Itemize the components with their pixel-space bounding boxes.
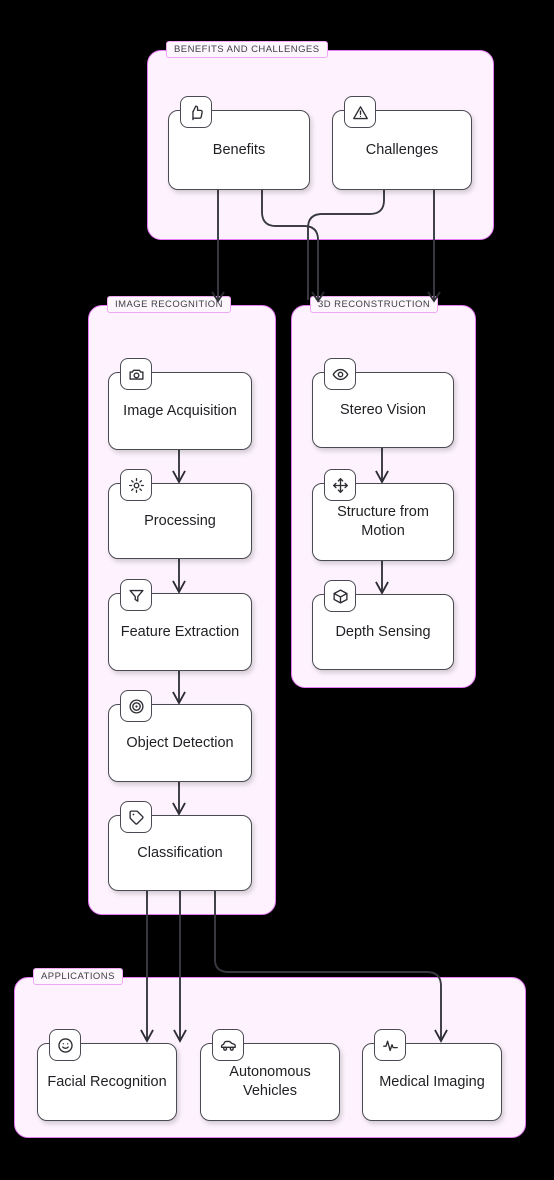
car-icon <box>212 1029 244 1061</box>
node-label-image-acquisition: Image Acquisition <box>123 402 237 419</box>
node-label-object-detection: Object Detection <box>126 734 234 751</box>
node-label-processing: Processing <box>144 512 216 529</box>
camera-icon <box>120 358 152 390</box>
warning-icon <box>344 96 376 128</box>
cluster-label-3d-reconstruction: 3D RECONSTRUCTION <box>310 296 439 313</box>
target-icon <box>120 690 152 722</box>
smiley-icon <box>49 1029 81 1061</box>
eye-icon <box>324 358 356 390</box>
thumbs-up-icon <box>180 96 212 128</box>
node-label-classification: Classification <box>137 844 223 861</box>
gear-icon <box>120 469 152 501</box>
tag-icon <box>120 801 152 833</box>
move-icon <box>324 469 356 501</box>
node-label-stereo-vision: Stereo Vision <box>340 401 426 418</box>
pulse-icon <box>374 1029 406 1061</box>
cluster-label-image-recognition: IMAGE RECOGNITION <box>107 296 231 313</box>
node-label-structure-from-motion: Structure from Motion <box>337 504 429 539</box>
node-label-medical-imaging: Medical Imaging <box>379 1073 485 1090</box>
filter-icon <box>120 579 152 611</box>
node-label-facial-recognition: Facial Recognition <box>47 1073 167 1090</box>
node-label-autonomous-vehicles: Autonomous Vehicles <box>229 1064 311 1099</box>
diagram-canvas: BENEFITS AND CHALLENGES IMAGE RECOGNITIO… <box>0 0 554 1180</box>
node-label-depth-sensing: Depth Sensing <box>335 623 431 640</box>
node-label-benefits: Benefits <box>212 141 266 158</box>
cube-icon <box>324 580 356 612</box>
cluster-label-applications: APPLICATIONS <box>33 968 123 985</box>
node-label-feature-extraction: Feature Extraction <box>120 623 240 640</box>
cluster-label-benefits-and-challenges: BENEFITS AND CHALLENGES <box>166 41 328 58</box>
node-label-challenges: Challenges <box>365 141 439 158</box>
